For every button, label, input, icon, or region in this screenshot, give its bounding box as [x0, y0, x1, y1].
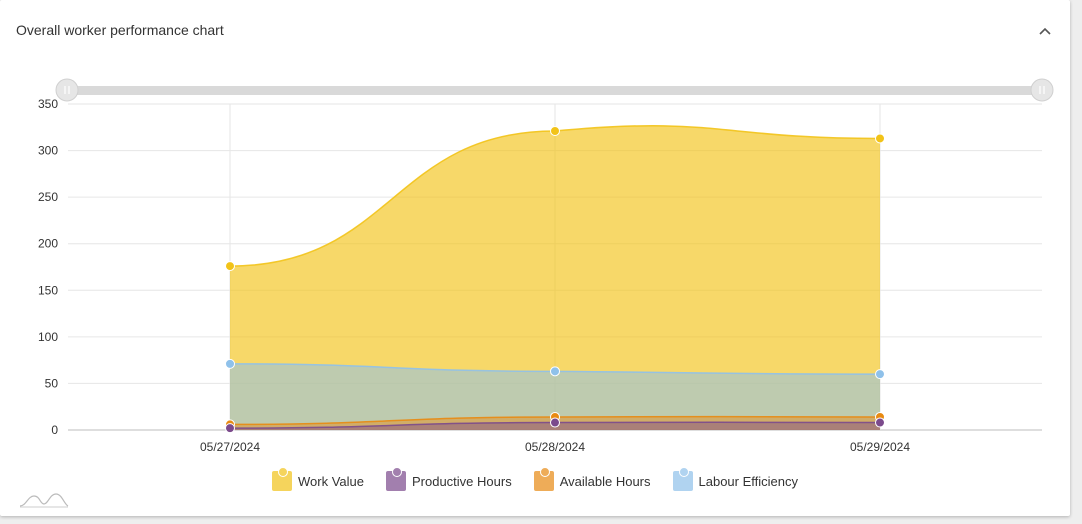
- legend-swatch: [533, 467, 554, 491]
- legend-label: Labour Efficiency: [698, 473, 799, 489]
- legend-label: Available Hours: [559, 473, 651, 489]
- y-tick-label: 50: [45, 376, 59, 390]
- data-point[interactable]: [225, 358, 235, 369]
- y-tick-label: 350: [38, 97, 58, 111]
- legend-swatch: [672, 467, 693, 491]
- y-tick-label: 100: [38, 330, 58, 344]
- legend-item[interactable]: Labour Efficiency: [672, 467, 799, 491]
- legend-item[interactable]: Work Value: [271, 467, 364, 491]
- legend-item[interactable]: Productive Hours: [385, 467, 512, 491]
- x-tick-label: 05/27/2024: [200, 440, 260, 454]
- legend-label: Productive Hours: [411, 473, 512, 489]
- data-point[interactable]: [550, 366, 560, 377]
- data-point[interactable]: [875, 417, 885, 428]
- scrollbar-track[interactable]: [62, 86, 1048, 95]
- y-tick-label: 0: [51, 423, 58, 437]
- legend-swatch: [271, 467, 292, 491]
- y-tick-label: 300: [38, 144, 58, 158]
- data-point[interactable]: [550, 417, 560, 428]
- chart-legend: Work Value Productive Hours Available Hour…: [0, 466, 1070, 496]
- scrollbar-end-grip[interactable]: [1030, 78, 1054, 102]
- data-point[interactable]: [550, 126, 560, 137]
- data-point[interactable]: [875, 369, 885, 380]
- legend-marker: [678, 467, 689, 477]
- y-tick-label: 200: [38, 237, 58, 251]
- amcharts-logo-icon: [19, 493, 69, 508]
- data-point[interactable]: [875, 133, 885, 144]
- y-tick-label: 150: [38, 283, 58, 297]
- legend-label: Work Value: [297, 473, 364, 489]
- chart-card: Overall worker performance chart 0 50 100 1…: [0, 0, 1070, 516]
- legend-item[interactable]: Available Hours: [533, 467, 651, 491]
- legend-marker: [391, 467, 402, 477]
- x-tick-label: 05/28/2024: [525, 440, 585, 454]
- scrollbar-start-grip[interactable]: [55, 78, 79, 102]
- legend-marker: [539, 467, 550, 477]
- legend-marker: [277, 467, 288, 477]
- x-tick-label: 05/29/2024: [850, 440, 910, 454]
- legend-swatch: [385, 467, 406, 491]
- data-point[interactable]: [225, 261, 235, 272]
- data-point[interactable]: [225, 423, 235, 434]
- y-tick-label: 250: [38, 190, 58, 204]
- area-chart: 0 50 100 150 200 250 300 350 05/27/2024 05/28/202…: [38, 78, 1054, 454]
